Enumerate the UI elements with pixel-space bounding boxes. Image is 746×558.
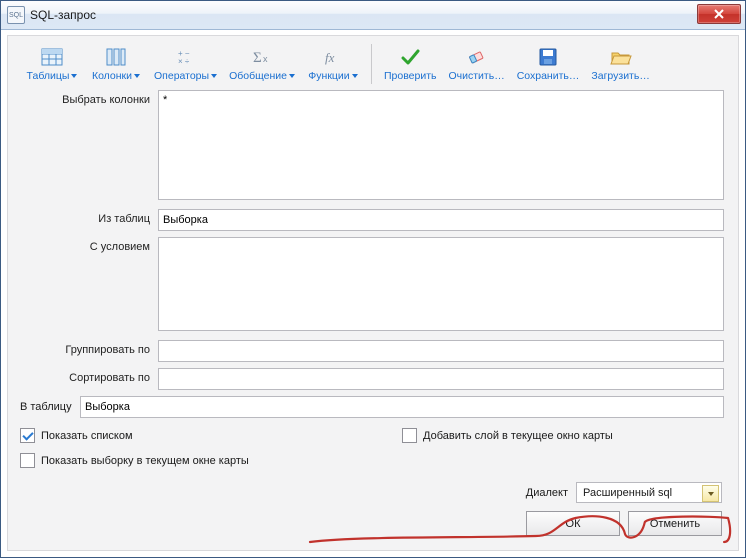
select-label: Выбрать колонки [18, 90, 158, 106]
window-title: SQL-запрос [30, 8, 96, 22]
svg-text:Σ: Σ [253, 50, 262, 66]
cancel-button[interactable]: Отменить [628, 511, 722, 536]
columns-icon [105, 46, 127, 68]
toolbar: Таблицы Колонки + −× ÷ Операторы Σx Обоб… [16, 42, 730, 90]
dialect-combo[interactable]: Расширенный sql [576, 482, 722, 503]
clear-button[interactable]: Очистить… [442, 44, 510, 84]
into-input[interactable] [80, 396, 724, 418]
save-icon [537, 46, 559, 68]
client-area: Таблицы Колонки + −× ÷ Операторы Σx Обоб… [7, 35, 739, 551]
ok-button[interactable]: ОК [526, 511, 620, 536]
dialect-label: Диалект [526, 487, 568, 499]
titlebar: SQL SQL-запрос [1, 1, 745, 30]
open-folder-icon [610, 46, 632, 68]
where-label: С условием [18, 237, 158, 253]
from-label: Из таблиц [18, 209, 158, 225]
select-input[interactable]: * [158, 90, 724, 200]
svg-text:x: x [263, 54, 268, 64]
chevron-down-icon [702, 485, 719, 502]
orderby-label: Сортировать по [18, 368, 158, 384]
sigma-icon: Σx [251, 46, 273, 68]
add-layer-checkbox[interactable]: Добавить слой в текущее окно карты [402, 428, 613, 443]
query-form: Выбрать колонки * Из таблиц С условием Г… [16, 90, 730, 536]
checkbox-icon [402, 428, 417, 443]
where-input[interactable] [158, 237, 724, 331]
show-selection-checkbox[interactable]: Показать выборку в текущем окне карты [20, 453, 249, 468]
function-icon: fx [322, 46, 344, 68]
check-button[interactable]: Проверить [378, 44, 443, 84]
svg-text:× ÷: × ÷ [178, 57, 190, 66]
orderby-input[interactable] [158, 368, 724, 390]
eraser-icon [466, 46, 488, 68]
operators-icon: + −× ÷ [175, 46, 197, 68]
operators-menu[interactable]: + −× ÷ Операторы [148, 44, 223, 84]
toolbar-separator [371, 44, 372, 84]
sql-query-dialog: SQL SQL-запрос Таблицы Колонки + [0, 0, 746, 558]
groupby-label: Группировать по [18, 340, 158, 356]
tables-menu[interactable]: Таблицы [20, 44, 84, 84]
app-icon: SQL [7, 6, 25, 24]
groupby-input[interactable] [158, 340, 724, 362]
functions-menu[interactable]: fx Функции [301, 44, 365, 84]
into-label: В таблицу [18, 401, 80, 413]
show-list-checkbox[interactable]: Показать списком [20, 428, 249, 443]
from-input[interactable] [158, 209, 724, 231]
load-button[interactable]: Загрузить… [585, 44, 655, 84]
table-icon [41, 46, 63, 68]
check-icon [399, 46, 421, 68]
svg-text:fx: fx [325, 50, 335, 65]
checkbox-icon [20, 428, 35, 443]
columns-menu[interactable]: Колонки [84, 44, 148, 84]
checkbox-icon [20, 453, 35, 468]
aggregate-menu[interactable]: Σx Обобщение [223, 44, 301, 84]
close-button[interactable] [697, 4, 741, 24]
save-button[interactable]: Сохранить… [511, 44, 586, 84]
